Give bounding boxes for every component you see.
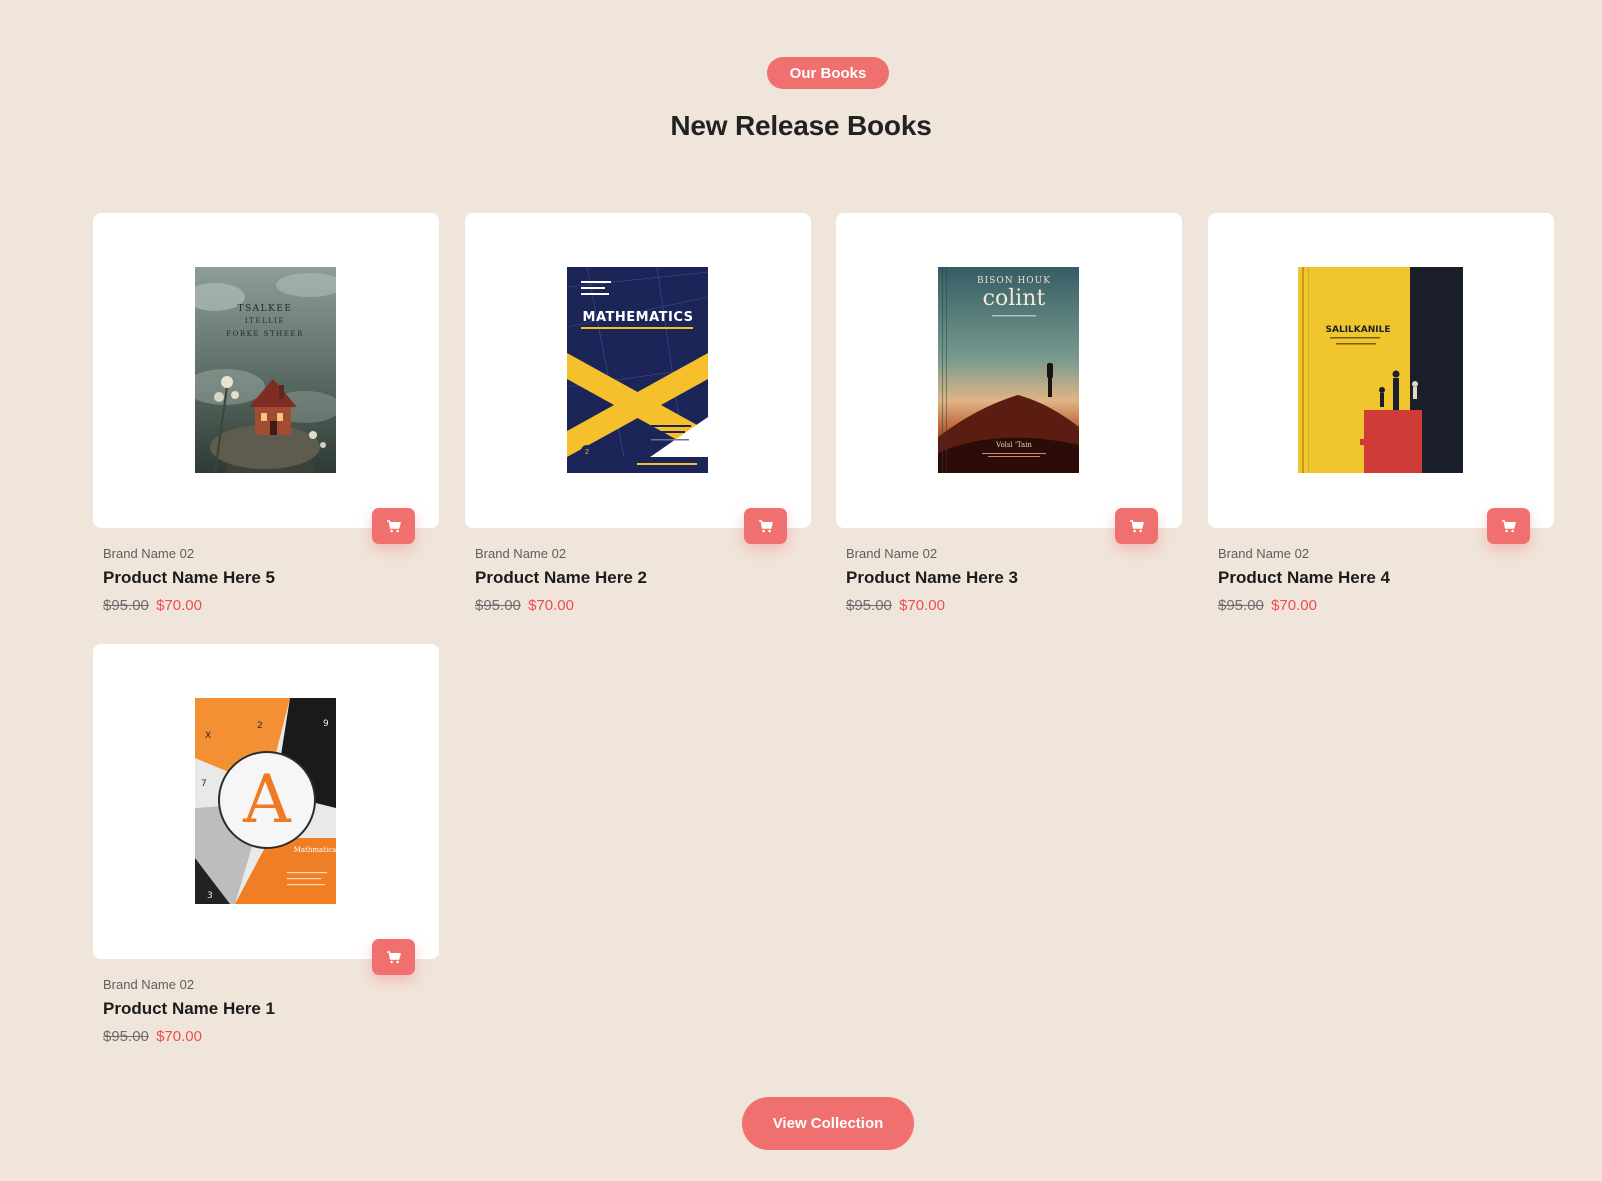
product-name-link[interactable]: Product Name Here 1 — [103, 999, 429, 1019]
price: $95.00 $70.00 — [103, 1028, 429, 1045]
cover-title-line: FORKE STHEER — [226, 330, 304, 338]
shopping-cart-icon — [758, 519, 773, 532]
brand-name: Brand Name 02 — [103, 977, 195, 992]
svg-text:X: X — [205, 731, 211, 741]
book-cover[interactable]: BISON HOUK colint Volsl 'Tain — [938, 267, 1079, 473]
add-to-cart-button[interactable] — [744, 508, 787, 544]
cover-title-line: TSALKEE — [237, 304, 292, 314]
product-image-frame[interactable]: A Mathmatica X 2 9 7 3 — [93, 644, 439, 975]
view-collection-button[interactable]: View Collection — [742, 1097, 914, 1150]
product-card: 2 MATHEMATICS Brand Name 02 Product Name… — [465, 213, 811, 614]
sale-price: $70.00 — [528, 597, 574, 614]
book-cover[interactable]: TSALKEE ITELLIE FORKE STHEER — [195, 267, 336, 473]
book-cover[interactable]: A Mathmatica X 2 9 7 3 — [195, 698, 336, 904]
svg-text:2: 2 — [585, 449, 589, 456]
sale-price: $70.00 — [156, 597, 202, 614]
book-cover[interactable]: SALILKANILE — [1298, 267, 1463, 473]
old-price: $95.00 — [846, 597, 892, 614]
brand-name: Brand Name 02 — [103, 546, 195, 561]
brand-name: Brand Name 02 — [846, 546, 938, 561]
cover-title-line: Mathmatica — [294, 846, 336, 854]
old-price: $95.00 — [1218, 597, 1264, 614]
shopping-cart-icon — [386, 950, 401, 963]
add-to-cart-button[interactable] — [372, 939, 415, 975]
product-name-link[interactable]: Product Name Here 2 — [475, 568, 801, 588]
svg-text:9: 9 — [323, 719, 329, 729]
brand-name: Brand Name 02 — [475, 546, 567, 561]
cover-title-line: MATHEMATICS — [583, 310, 694, 325]
product-image-frame[interactable]: TSALKEE ITELLIE FORKE STHEER — [93, 213, 439, 544]
sale-price: $70.00 — [156, 1028, 202, 1045]
cover-title-line: colint — [983, 286, 1046, 311]
section-title: New Release Books — [670, 110, 932, 141]
product-image-frame[interactable]: SALILKANILE — [1208, 213, 1554, 544]
product-card: SALILKANILE Brand Name 02 Product Name H… — [1208, 213, 1554, 614]
add-to-cart-button[interactable] — [1115, 508, 1158, 544]
cover-title-line: ITELLIE — [245, 317, 285, 325]
shopping-cart-icon — [1129, 519, 1144, 532]
product-card: TSALKEE ITELLIE FORKE STHEER Brand Name … — [93, 213, 439, 614]
product-card: A Mathmatica X 2 9 7 3 Brand Name 02 Pro… — [93, 644, 439, 1045]
product-image-frame[interactable]: 2 MATHEMATICS — [465, 213, 811, 544]
cover-title-line: SALILKANILE — [1326, 325, 1391, 335]
old-price: $95.00 — [103, 1028, 149, 1045]
svg-text:2: 2 — [257, 721, 263, 731]
sale-price: $70.00 — [899, 597, 945, 614]
product-image-frame[interactable]: BISON HOUK colint Volsl 'Tain — [836, 213, 1182, 544]
brand-name: Brand Name 02 — [1218, 546, 1310, 561]
old-price: $95.00 — [475, 597, 521, 614]
product-name-link[interactable]: Product Name Here 3 — [846, 568, 1172, 588]
price: $95.00 $70.00 — [846, 597, 1172, 614]
add-to-cart-button[interactable] — [1487, 508, 1530, 544]
shopping-cart-icon — [1501, 519, 1516, 532]
cover-title-line: BISON HOUK — [977, 276, 1051, 286]
cover-title-line: Volsl 'Tain — [995, 441, 1032, 449]
price: $95.00 $70.00 — [103, 597, 429, 614]
old-price: $95.00 — [103, 597, 149, 614]
add-to-cart-button[interactable] — [372, 508, 415, 544]
sale-price: $70.00 — [1271, 597, 1317, 614]
cover-title-line: A — [242, 761, 292, 838]
svg-text:7: 7 — [201, 779, 207, 789]
section-badge: Our Books — [767, 57, 889, 89]
svg-text:3: 3 — [207, 891, 213, 901]
product-card: BISON HOUK colint Volsl 'Tain Brand Name… — [836, 213, 1182, 614]
product-name-link[interactable]: Product Name Here 4 — [1218, 568, 1544, 588]
price: $95.00 $70.00 — [475, 597, 801, 614]
price: $95.00 $70.00 — [1218, 597, 1544, 614]
shopping-cart-icon — [386, 519, 401, 532]
book-cover[interactable]: 2 MATHEMATICS — [567, 267, 708, 473]
product-name-link[interactable]: Product Name Here 5 — [103, 568, 429, 588]
